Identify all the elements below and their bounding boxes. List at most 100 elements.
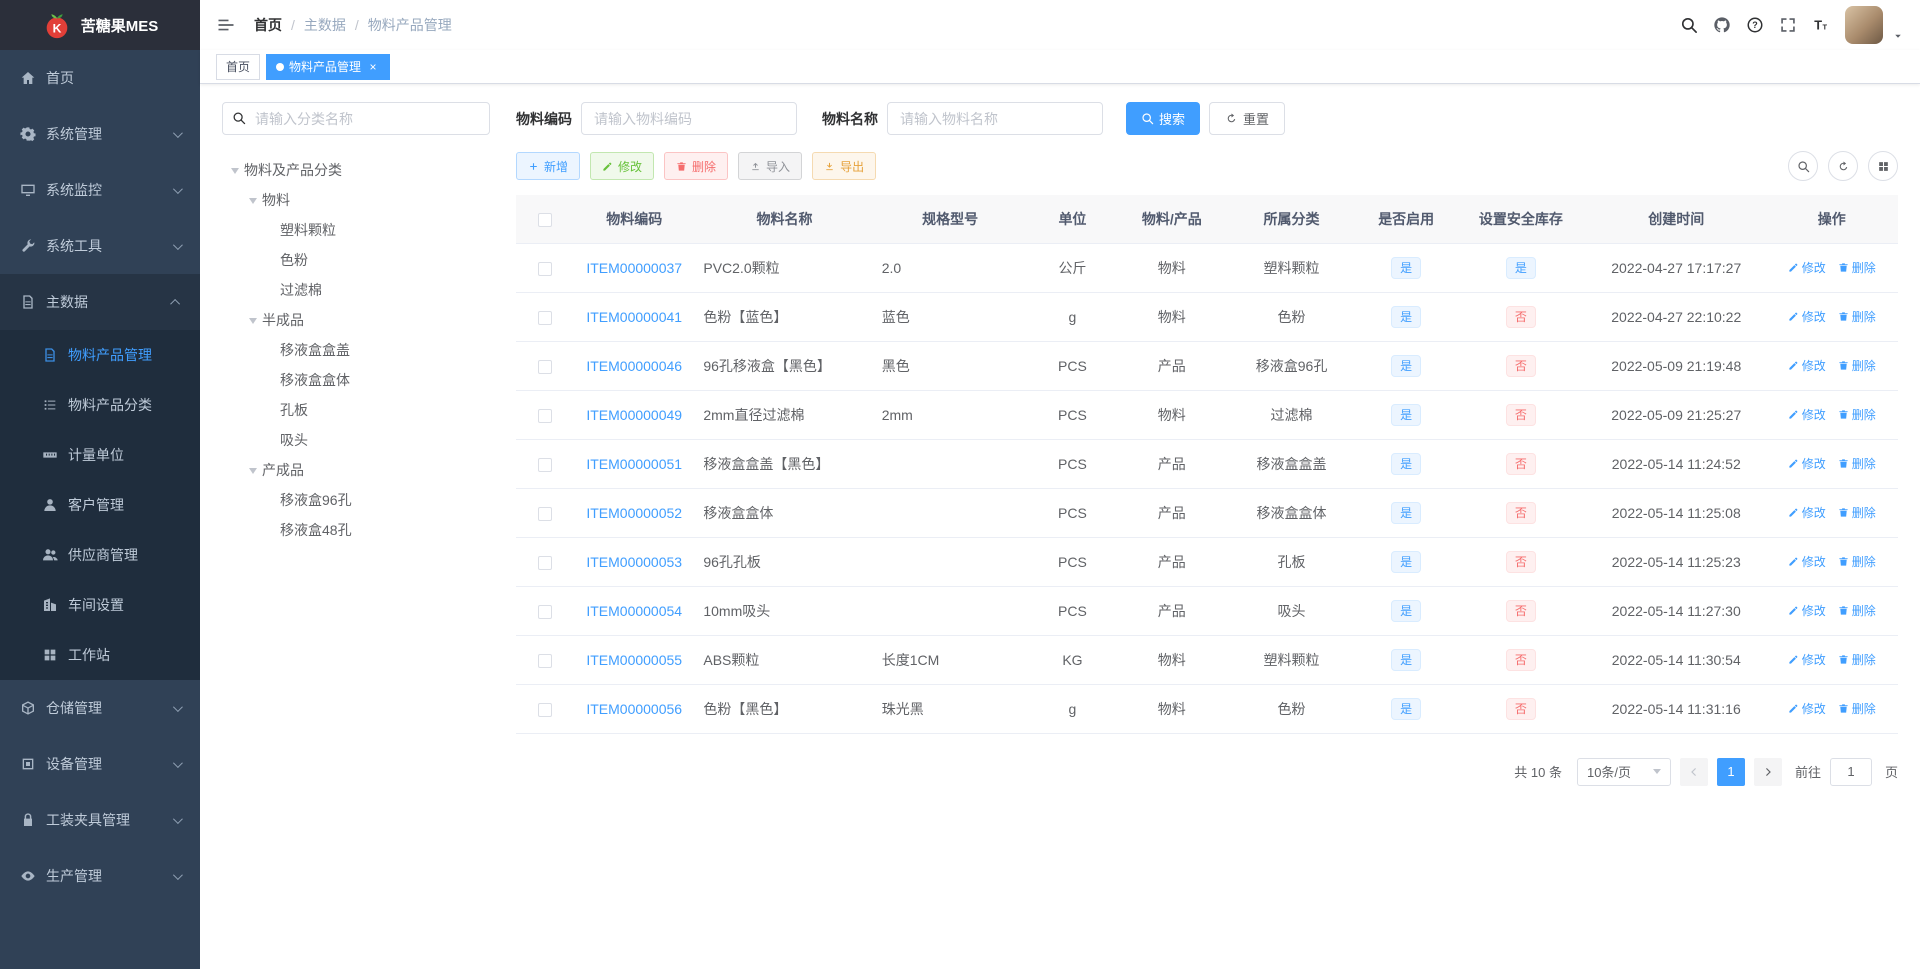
reset-button[interactable]: 重置 bbox=[1209, 102, 1286, 135]
category-search-input[interactable] bbox=[222, 102, 490, 135]
export-button[interactable]: 导出 bbox=[812, 152, 877, 180]
item-code-link[interactable]: ITEM00000041 bbox=[586, 309, 682, 325]
tree-node[interactable]: 色粉 bbox=[222, 245, 490, 275]
search-button[interactable]: 搜索 bbox=[1126, 102, 1201, 135]
row-edit-link[interactable]: 修改 bbox=[1788, 602, 1826, 619]
sidebar-subitem[interactable]: 计量单位 bbox=[0, 430, 200, 480]
sidebar-item[interactable]: 系统监控 bbox=[0, 162, 200, 218]
item-code-link[interactable]: ITEM00000037 bbox=[586, 260, 682, 276]
row-checkbox[interactable] bbox=[537, 261, 552, 276]
code-filter-input[interactable] bbox=[581, 102, 797, 135]
row-delete-link[interactable]: 删除 bbox=[1838, 651, 1876, 668]
item-code-link[interactable]: ITEM00000054 bbox=[586, 603, 682, 619]
tree-caret-icon[interactable] bbox=[226, 163, 244, 178]
tree-node[interactable]: 移液盒96孔 bbox=[222, 485, 490, 515]
sidebar-item[interactable]: 仓储管理 bbox=[0, 680, 200, 736]
row-checkbox[interactable] bbox=[537, 359, 552, 374]
tree-node[interactable]: 过滤棉 bbox=[222, 275, 490, 305]
row-checkbox[interactable] bbox=[537, 408, 552, 423]
tree-node[interactable]: 移液盒48孔 bbox=[222, 515, 490, 545]
page-number-button[interactable]: 1 bbox=[1716, 757, 1745, 786]
item-code-link[interactable]: ITEM00000049 bbox=[586, 407, 682, 423]
tree-node[interactable]: 物料 bbox=[222, 185, 490, 215]
row-edit-link[interactable]: 修改 bbox=[1788, 700, 1826, 717]
row-delete-link[interactable]: 删除 bbox=[1838, 259, 1876, 276]
row-edit-link[interactable]: 修改 bbox=[1788, 504, 1826, 521]
font-size-icon[interactable] bbox=[1812, 16, 1830, 34]
row-edit-link[interactable]: 修改 bbox=[1788, 406, 1826, 423]
search-icon[interactable] bbox=[1680, 16, 1698, 34]
row-edit-link[interactable]: 修改 bbox=[1788, 553, 1826, 570]
toggle-search-button[interactable] bbox=[1788, 151, 1818, 181]
tree-node[interactable]: 塑料颗粒 bbox=[222, 215, 490, 245]
app-logo[interactable]: 苦糖果MES bbox=[0, 0, 200, 50]
sidebar-subitem[interactable]: 车间设置 bbox=[0, 580, 200, 630]
sidebar-subitem[interactable]: 物料产品分类 bbox=[0, 380, 200, 430]
item-code-link[interactable]: ITEM00000056 bbox=[586, 701, 682, 717]
row-edit-link[interactable]: 修改 bbox=[1788, 308, 1826, 325]
sidebar-subitem[interactable]: 物料产品管理 bbox=[0, 330, 200, 380]
tree-node[interactable]: 孔板 bbox=[222, 395, 490, 425]
row-checkbox[interactable] bbox=[537, 604, 552, 619]
row-checkbox[interactable] bbox=[537, 310, 552, 325]
sidebar-subitem[interactable]: 供应商管理 bbox=[0, 530, 200, 580]
next-page-button[interactable] bbox=[1753, 757, 1782, 786]
row-checkbox[interactable] bbox=[537, 457, 552, 472]
goto-page-input[interactable] bbox=[1829, 757, 1872, 786]
tree-node[interactable]: 半成品 bbox=[222, 305, 490, 335]
page-size-select[interactable]: 10条/页 bbox=[1576, 757, 1671, 786]
item-code-link[interactable]: ITEM00000051 bbox=[586, 456, 682, 472]
add-button[interactable]: 新增 bbox=[516, 152, 581, 180]
tree-caret-icon[interactable] bbox=[244, 193, 262, 208]
help-icon[interactable] bbox=[1746, 16, 1764, 34]
row-edit-link[interactable]: 修改 bbox=[1788, 259, 1826, 276]
row-delete-link[interactable]: 删除 bbox=[1838, 357, 1876, 374]
view-tag[interactable]: 首页 bbox=[216, 53, 261, 80]
item-code-link[interactable]: ITEM00000053 bbox=[586, 554, 682, 570]
item-code-link[interactable]: ITEM00000052 bbox=[586, 505, 682, 521]
row-delete-link[interactable]: 删除 bbox=[1838, 308, 1876, 325]
user-avatar[interactable] bbox=[1845, 6, 1883, 44]
row-delete-link[interactable]: 删除 bbox=[1838, 602, 1876, 619]
row-edit-link[interactable]: 修改 bbox=[1788, 651, 1826, 668]
item-code-link[interactable]: ITEM00000046 bbox=[586, 358, 682, 374]
row-delete-link[interactable]: 删除 bbox=[1838, 455, 1876, 472]
fullscreen-icon[interactable] bbox=[1779, 16, 1797, 34]
sidebar-item[interactable]: 系统管理 bbox=[0, 106, 200, 162]
tag-close-icon[interactable]: × bbox=[366, 60, 380, 74]
sidebar-item[interactable]: 工装夹具管理 bbox=[0, 792, 200, 848]
breadcrumb-item[interactable]: 主数据 bbox=[304, 15, 346, 35]
select-all-checkbox[interactable] bbox=[537, 212, 552, 227]
row-delete-link[interactable]: 删除 bbox=[1838, 406, 1876, 423]
sidebar-item[interactable]: 主数据 bbox=[0, 274, 200, 330]
refresh-table-button[interactable] bbox=[1828, 151, 1858, 181]
sidebar-item[interactable]: 设备管理 bbox=[0, 736, 200, 792]
item-code-link[interactable]: ITEM00000055 bbox=[586, 652, 682, 668]
row-checkbox[interactable] bbox=[537, 555, 552, 570]
view-tag[interactable]: 物料产品管理 × bbox=[266, 53, 391, 80]
tree-node[interactable]: 产成品 bbox=[222, 455, 490, 485]
row-delete-link[interactable]: 删除 bbox=[1838, 553, 1876, 570]
github-icon[interactable] bbox=[1713, 16, 1731, 34]
row-edit-link[interactable]: 修改 bbox=[1788, 455, 1826, 472]
row-edit-link[interactable]: 修改 bbox=[1788, 357, 1826, 374]
sidebar-subitem[interactable]: 工作站 bbox=[0, 630, 200, 680]
prev-page-button[interactable] bbox=[1679, 757, 1708, 786]
name-filter-input[interactable] bbox=[887, 102, 1103, 135]
row-delete-link[interactable]: 删除 bbox=[1838, 504, 1876, 521]
tree-node[interactable]: 移液盒盒盖 bbox=[222, 335, 490, 365]
sidebar-subitem[interactable]: 客户管理 bbox=[0, 480, 200, 530]
row-delete-link[interactable]: 删除 bbox=[1838, 700, 1876, 717]
tree-node[interactable]: 移液盒盒体 bbox=[222, 365, 490, 395]
row-checkbox[interactable] bbox=[537, 506, 552, 521]
sidebar-item[interactable]: 系统工具 bbox=[0, 218, 200, 274]
tree-caret-icon[interactable] bbox=[244, 463, 262, 478]
sidebar-item[interactable]: 首页 bbox=[0, 50, 200, 106]
tree-node[interactable]: 物料及产品分类 bbox=[222, 155, 490, 185]
row-checkbox[interactable] bbox=[537, 653, 552, 668]
columns-button[interactable] bbox=[1868, 151, 1898, 181]
tree-node[interactable]: 吸头 bbox=[222, 425, 490, 455]
delete-button[interactable]: 删除 bbox=[664, 152, 729, 180]
sidebar-item[interactable]: 生产管理 bbox=[0, 848, 200, 904]
import-button[interactable]: 导入 bbox=[738, 152, 803, 180]
